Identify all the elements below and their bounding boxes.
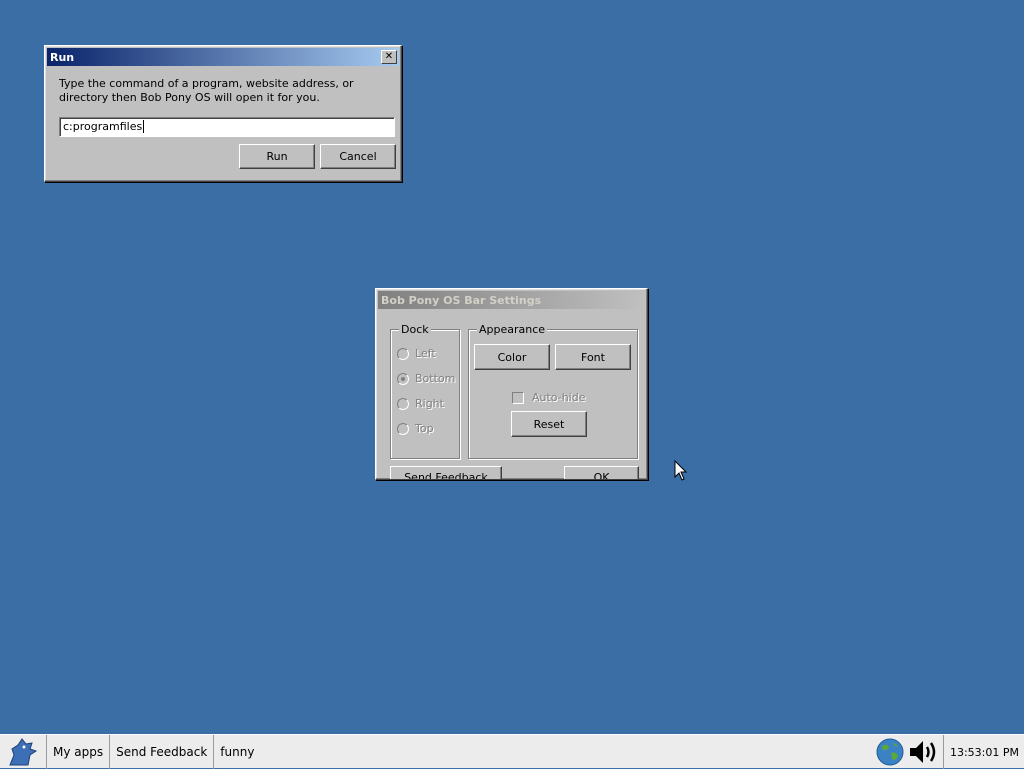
radio-button [397, 422, 409, 435]
run-command-value: c:programfiles [63, 120, 143, 133]
color-button[interactable]: Color [474, 344, 550, 370]
taskbar-item-send-feedback[interactable]: Send Feedback [110, 734, 215, 769]
radio-button-selected [397, 372, 409, 385]
ok-button[interactable]: OK [564, 466, 639, 479]
reset-button[interactable]: Reset [511, 411, 587, 437]
run-dialog-titlebar[interactable]: Run ✕ [47, 48, 399, 66]
run-command-input[interactable]: c:programfiles [59, 117, 395, 137]
appearance-group-label: Appearance [477, 323, 548, 336]
globe-icon[interactable] [875, 737, 905, 767]
autohide-label: Auto-hide [532, 391, 586, 404]
speaker-icon[interactable] [907, 737, 941, 767]
taskbar-item-funny[interactable]: funny [214, 735, 260, 769]
bar-settings-title: Bob Pony OS Bar Settings [381, 293, 542, 307]
dock-option-bottom[interactable]: Bottom [397, 372, 455, 385]
bob-pony-logo-icon [9, 737, 38, 765]
taskbar-item-my-apps[interactable]: My apps [47, 734, 111, 769]
cancel-button[interactable]: Cancel [320, 144, 396, 169]
run-button[interactable]: Run [239, 144, 315, 169]
send-feedback-button[interactable]: Send Feedback [390, 466, 502, 479]
bar-settings-titlebar[interactable]: Bob Pony OS Bar Settings [378, 291, 645, 309]
mouse-cursor-icon [674, 460, 688, 481]
font-button[interactable]: Font [555, 344, 631, 370]
bar-settings-dialog: Bob Pony OS Bar Settings Dock Left Botto… [375, 288, 648, 480]
appearance-groupbox: Appearance Color Font Auto-hide Reset [468, 323, 638, 459]
dock-option-top[interactable]: Top [397, 422, 434, 435]
taskbar: My apps Send Feedback funny 13:53:01 PM [0, 734, 1024, 769]
radio-button [397, 347, 409, 360]
system-tray: 13:53:01 PM [875, 735, 1024, 769]
radio-button [397, 397, 409, 410]
dock-option-left[interactable]: Left [397, 347, 436, 360]
run-dialog-description: Type the command of a program, website a… [59, 77, 354, 104]
dock-option-label: Bottom [415, 372, 456, 385]
clock[interactable]: 13:53:01 PM [942, 735, 1024, 769]
start-button[interactable] [0, 734, 47, 769]
checkbox-box [512, 391, 524, 404]
close-icon[interactable]: ✕ [381, 50, 397, 64]
autohide-checkbox[interactable]: Auto-hide [512, 391, 586, 404]
text-caret [143, 120, 145, 133]
dock-option-right[interactable]: Right [397, 397, 444, 410]
dock-option-label: Right [415, 397, 444, 410]
dock-group-label: Dock [399, 323, 431, 336]
dock-groupbox: Dock Left Bottom Right Top [390, 323, 460, 459]
run-dialog-title: Run [50, 50, 75, 64]
dock-option-label: Left [415, 347, 436, 360]
run-dialog: Run ✕ Type the command of a program, web… [44, 45, 402, 182]
dock-option-label: Top [415, 422, 434, 435]
